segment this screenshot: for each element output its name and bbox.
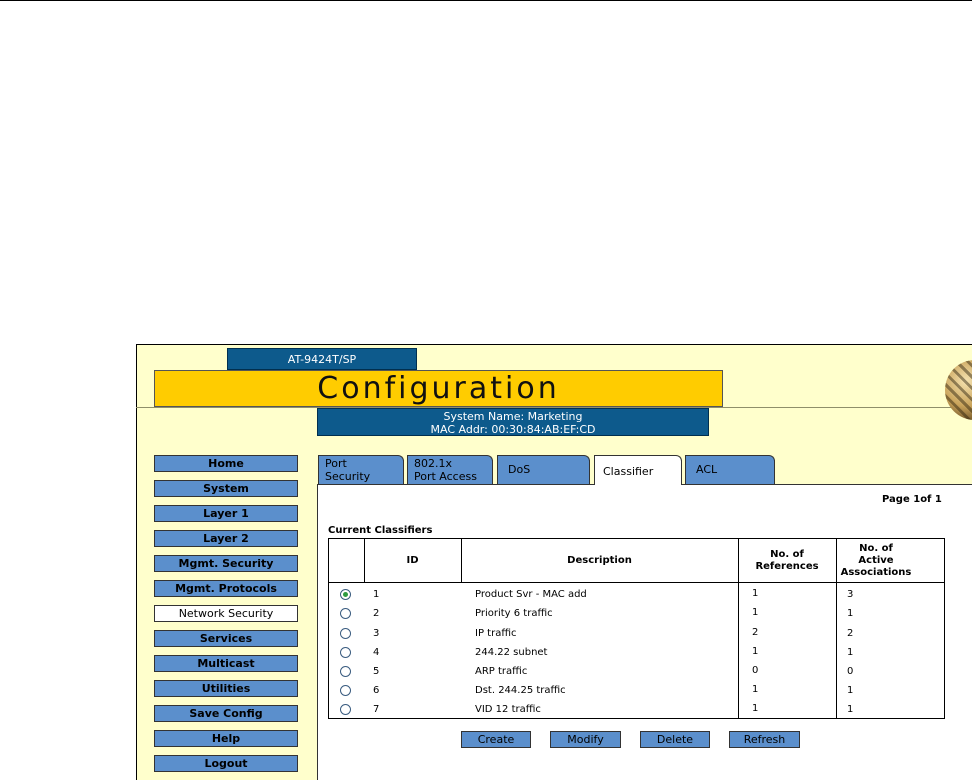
tab-port-access[interactable]: 802.1x Port Access: [407, 455, 493, 484]
row-references: 1: [752, 607, 759, 618]
tab-label-line2: Port Access: [414, 470, 477, 483]
header-line: Active: [858, 555, 894, 566]
header-line: No. of: [859, 543, 893, 554]
sidebar-item-system[interactable]: System: [154, 480, 298, 497]
table-header-divider: [328, 582, 945, 583]
row-id: 7: [373, 704, 380, 715]
device-model-label: AT-9424T/SP: [227, 348, 417, 370]
header-line: Associations: [840, 567, 912, 578]
tab-acl[interactable]: ACL: [685, 455, 775, 484]
sidebar-item-mgmt-security[interactable]: Mgmt. Security: [154, 555, 298, 572]
sidebar-item-home[interactable]: Home: [154, 455, 298, 472]
tab-label-line1: 802.1x: [414, 457, 453, 470]
tab-classifier[interactable]: Classifier: [594, 455, 682, 485]
column-header-id: ID: [406, 555, 419, 566]
column-header-associations: No. of Active Associations: [836, 543, 916, 579]
row-select-radio[interactable]: [340, 685, 351, 696]
row-associations: 2: [847, 628, 854, 639]
row-associations: 1: [847, 647, 854, 658]
row-description: VID 12 traffic: [475, 704, 541, 715]
row-description: Dst. 244.25 traffic: [475, 685, 566, 696]
row-references: 1: [752, 588, 759, 599]
row-description: Priority 6 traffic: [475, 608, 553, 619]
page-indicator: Page 1of 1: [882, 494, 942, 505]
column-header-description: Description: [567, 555, 632, 566]
row-select-radio[interactable]: [340, 628, 351, 639]
row-references: 1: [752, 703, 759, 714]
sidebar-item-save-config[interactable]: Save Config: [154, 705, 298, 722]
sidebar-item-services[interactable]: Services: [154, 630, 298, 647]
row-description: ARP traffic: [475, 666, 528, 677]
page-top-rule: [0, 0, 972, 1]
row-references: 1: [752, 646, 759, 657]
row-references: 2: [752, 627, 759, 638]
tab-label-line2: Security: [325, 470, 371, 483]
row-id: 6: [373, 685, 380, 696]
row-references: 0: [752, 665, 759, 676]
row-associations: 0: [847, 666, 854, 677]
refresh-button[interactable]: Refresh: [729, 731, 800, 748]
row-id: 2: [373, 608, 380, 619]
create-button[interactable]: Create: [461, 731, 531, 748]
system-name-text: System Name: Marketing: [443, 410, 583, 423]
sidebar-item-help[interactable]: Help: [154, 730, 298, 747]
tab-port-security[interactable]: Port Security: [318, 455, 404, 484]
sidebar-item-utilities[interactable]: Utilities: [154, 680, 298, 697]
row-associations: 3: [847, 589, 854, 600]
modify-button[interactable]: Modify: [550, 731, 621, 748]
tab-label-line1: Port: [325, 457, 347, 470]
header-line: No. of: [770, 549, 804, 560]
row-select-radio[interactable]: [340, 704, 351, 715]
row-associations: 1: [847, 685, 854, 696]
delete-button[interactable]: Delete: [640, 731, 710, 748]
row-id: 5: [373, 666, 380, 677]
sidebar-item-multicast[interactable]: Multicast: [154, 655, 298, 672]
globe-logo-icon: [945, 360, 972, 420]
column-header-references: No. of References: [738, 549, 836, 573]
row-references: 1: [752, 684, 759, 695]
row-description: IP traffic: [475, 628, 517, 639]
row-select-radio[interactable]: [340, 608, 351, 619]
row-description: Product Svr - MAC add: [475, 589, 587, 600]
system-info-box: System Name: Marketing MAC Addr: 00:30:8…: [317, 408, 709, 436]
row-id: 4: [373, 647, 380, 658]
header-line: References: [755, 561, 819, 572]
row-description: 244.22 subnet: [475, 647, 548, 658]
sidebar-item-layer-1[interactable]: Layer 1: [154, 505, 298, 522]
row-select-radio[interactable]: [340, 589, 351, 600]
sidebar-item-mgmt-protocols[interactable]: Mgmt. Protocols: [154, 580, 298, 597]
row-id: 3: [373, 628, 380, 639]
sidebar-item-network-security[interactable]: Network Security: [154, 605, 298, 622]
row-associations: 1: [847, 608, 854, 619]
sidebar-item-logout[interactable]: Logout: [154, 755, 298, 772]
tab-dos[interactable]: DoS: [497, 455, 590, 484]
row-id: 1: [373, 589, 380, 600]
row-select-radio[interactable]: [340, 666, 351, 677]
section-title: Current Classifiers: [328, 525, 433, 536]
mac-address-text: MAC Addr: 00:30:84:AB:EF:CD: [430, 423, 596, 436]
page-title: Configuration: [154, 370, 723, 407]
sidebar-item-layer-2[interactable]: Layer 2: [154, 530, 298, 547]
row-associations: 1: [847, 704, 854, 715]
row-select-radio[interactable]: [340, 647, 351, 658]
